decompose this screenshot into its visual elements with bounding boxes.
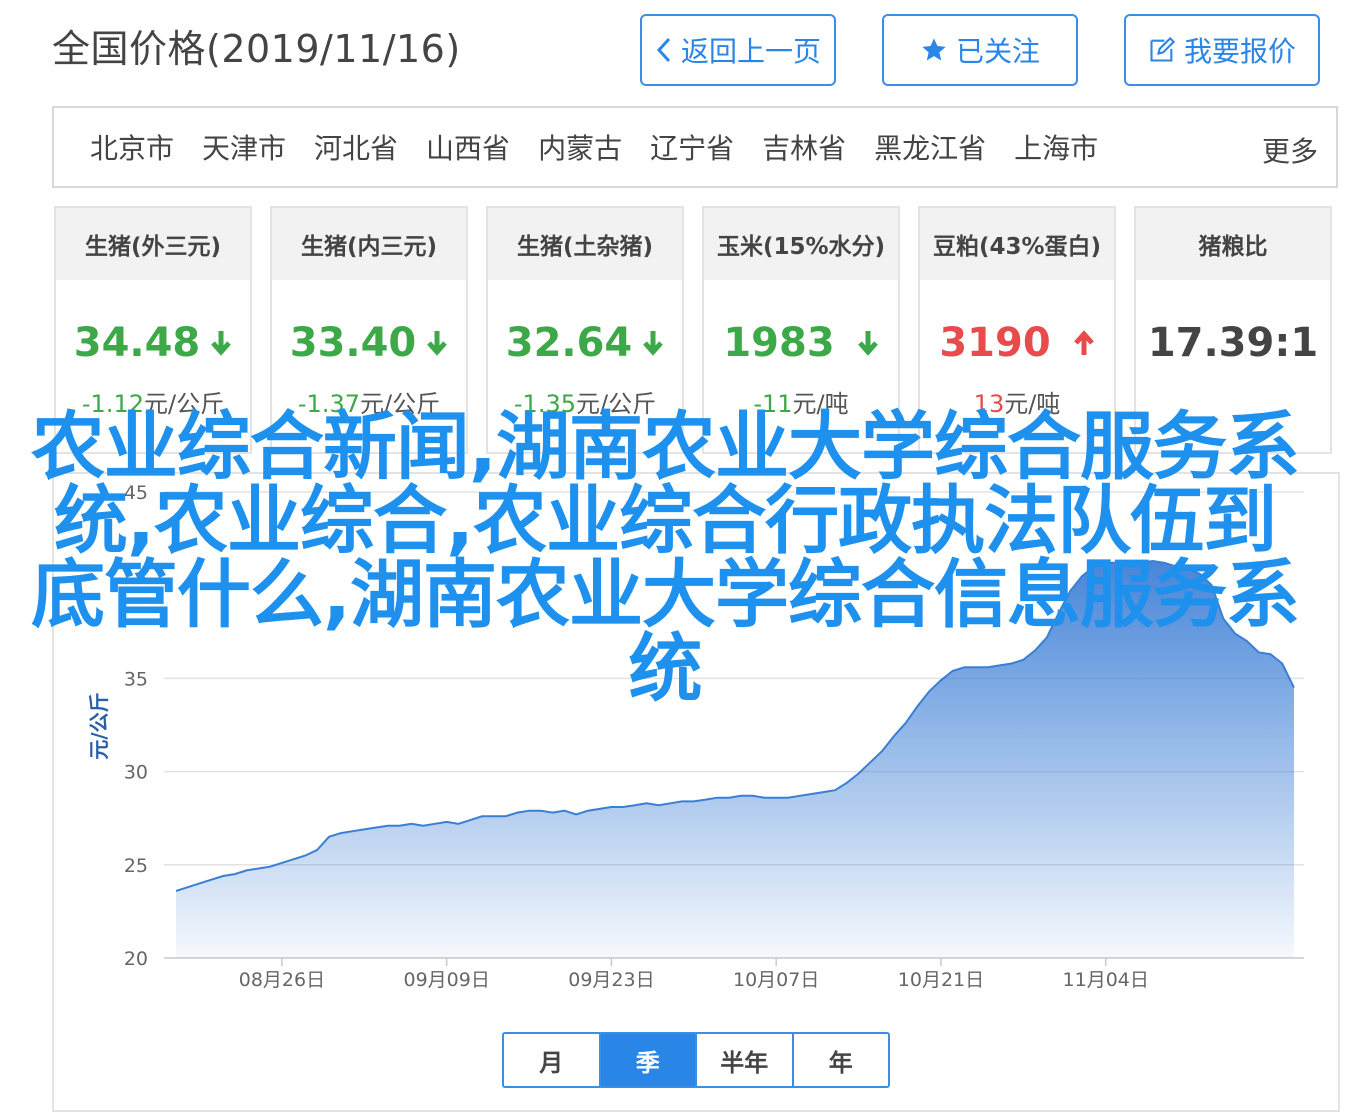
card-change: 13元/吨 (973, 390, 1061, 418)
tab-month[interactable]: 月 (504, 1034, 599, 1086)
price-card[interactable]: 豆粕(43%蛋白) 3190 13元/吨 (918, 206, 1116, 454)
region-item[interactable]: 北京市 (90, 127, 174, 167)
price-card[interactable]: 生猪(土杂猪) 32.64 -1.35元/公斤 (486, 206, 684, 454)
card-value: 33.40 (272, 320, 466, 366)
region-item[interactable]: 天津市 (202, 127, 286, 167)
follow-button[interactable]: 已关注 (882, 14, 1078, 86)
card-title: 猪粮比 (1136, 208, 1330, 280)
region-item[interactable]: 山西省 (426, 127, 510, 167)
card-change: -1.37元/公斤 (297, 390, 441, 418)
arrow-down-icon (857, 329, 879, 357)
price-card[interactable]: 玉米(15%水分) 1983 -11元/吨 (702, 206, 900, 454)
region-item[interactable]: 内蒙古 (538, 127, 622, 167)
price-card[interactable]: 猪粮比 17.39:1 (1134, 206, 1332, 454)
region-item[interactable]: 吉林省 (762, 127, 846, 167)
x-tick-label: 09月09日 (403, 969, 489, 991)
follow-button-label: 已关注 (955, 35, 1040, 68)
price-card[interactable]: 生猪(内三元) 33.40 -1.37元/公斤 (270, 206, 468, 454)
card-value: 17.39:1 (1136, 320, 1330, 366)
card-value-number: 1983 (723, 320, 835, 366)
region-item[interactable]: 上海市 (1014, 127, 1098, 167)
card-change: -11元/吨 (753, 390, 849, 418)
period-tab-group: 月 季 半年 年 (502, 1032, 890, 1088)
y-tick-label: 25 (124, 855, 148, 877)
price-card[interactable]: 生猪(外三元) 34.48 -1.12元/公斤 (54, 206, 252, 454)
x-tick-label: 11月04日 (1063, 969, 1149, 991)
x-tick-label: 09月23日 (568, 969, 654, 991)
card-title: 生猪(内三元) (272, 208, 466, 280)
edit-icon (1148, 36, 1176, 64)
tab-half-year[interactable]: 半年 (695, 1034, 792, 1086)
y-tick-label: 30 (124, 762, 148, 784)
arrow-down-icon (642, 329, 664, 357)
y-axis-label: 元/公斤 (87, 692, 111, 759)
card-value: 34.48 (56, 320, 250, 366)
card-value: 1983 (704, 320, 898, 366)
arrow-down-icon (210, 329, 232, 357)
back-button-label: 返回上一页 (680, 35, 821, 68)
x-tick-label: 10月21日 (898, 969, 984, 991)
quote-button-label: 我要报价 (1183, 35, 1296, 68)
region-item[interactable]: 河北省 (314, 127, 398, 167)
card-value-number: 17.39:1 (1147, 320, 1319, 366)
card-change: -1.35元/公斤 (513, 390, 657, 418)
card-value-number: 3190 (939, 320, 1051, 366)
x-tick-label: 08月26日 (239, 969, 325, 991)
card-value: 3190 (920, 320, 1114, 366)
back-button[interactable]: 返回上一页 (640, 14, 836, 86)
card-value-number: 33.40 (289, 320, 417, 366)
y-tick-label: 45 (124, 482, 148, 504)
card-title: 玉米(15%水分) (704, 208, 898, 280)
card-change: -1.12元/公斤 (81, 390, 225, 418)
region-item[interactable]: 辽宁省 (650, 127, 734, 167)
arrow-down-icon (426, 329, 448, 357)
page-title: 全国价格(2019/11/16) (52, 27, 461, 71)
card-title: 生猪(土杂猪) (488, 208, 682, 280)
price-chart: 20 25 30 35 45 元/公斤 08月26日 09月09日 09月23日 10月07日 10… (87, 482, 1304, 991)
card-value-number: 34.48 (73, 320, 201, 366)
region-more-link[interactable]: 更多 (1262, 130, 1318, 170)
card-value: 32.64 (488, 320, 682, 366)
card-title: 豆粕(43%蛋白) (920, 208, 1114, 280)
region-bar: 北京市 天津市 河北省 山西省 内蒙古 辽宁省 吉林省 黑龙江省 上海市 更多 (52, 106, 1338, 188)
price-chart-panel: 20 25 30 35 45 元/公斤 08月26日 09月09日 09月23日 10月07日 10… (52, 472, 1340, 1112)
card-value-number: 32.64 (505, 320, 633, 366)
tab-year[interactable]: 年 (791, 1034, 889, 1086)
star-icon (920, 36, 948, 64)
price-area (176, 561, 1294, 958)
x-tick-label: 10月07日 (733, 969, 819, 991)
tab-quarter[interactable]: 季 (598, 1034, 695, 1086)
card-title: 生猪(外三元) (56, 208, 250, 280)
y-tick-label: 35 (124, 668, 148, 690)
y-tick-label: 20 (124, 948, 148, 970)
chevron-left-icon (655, 36, 673, 64)
region-item[interactable]: 黑龙江省 (874, 127, 986, 167)
quote-button[interactable]: 我要报价 (1124, 14, 1320, 86)
arrow-up-icon (1073, 329, 1095, 357)
